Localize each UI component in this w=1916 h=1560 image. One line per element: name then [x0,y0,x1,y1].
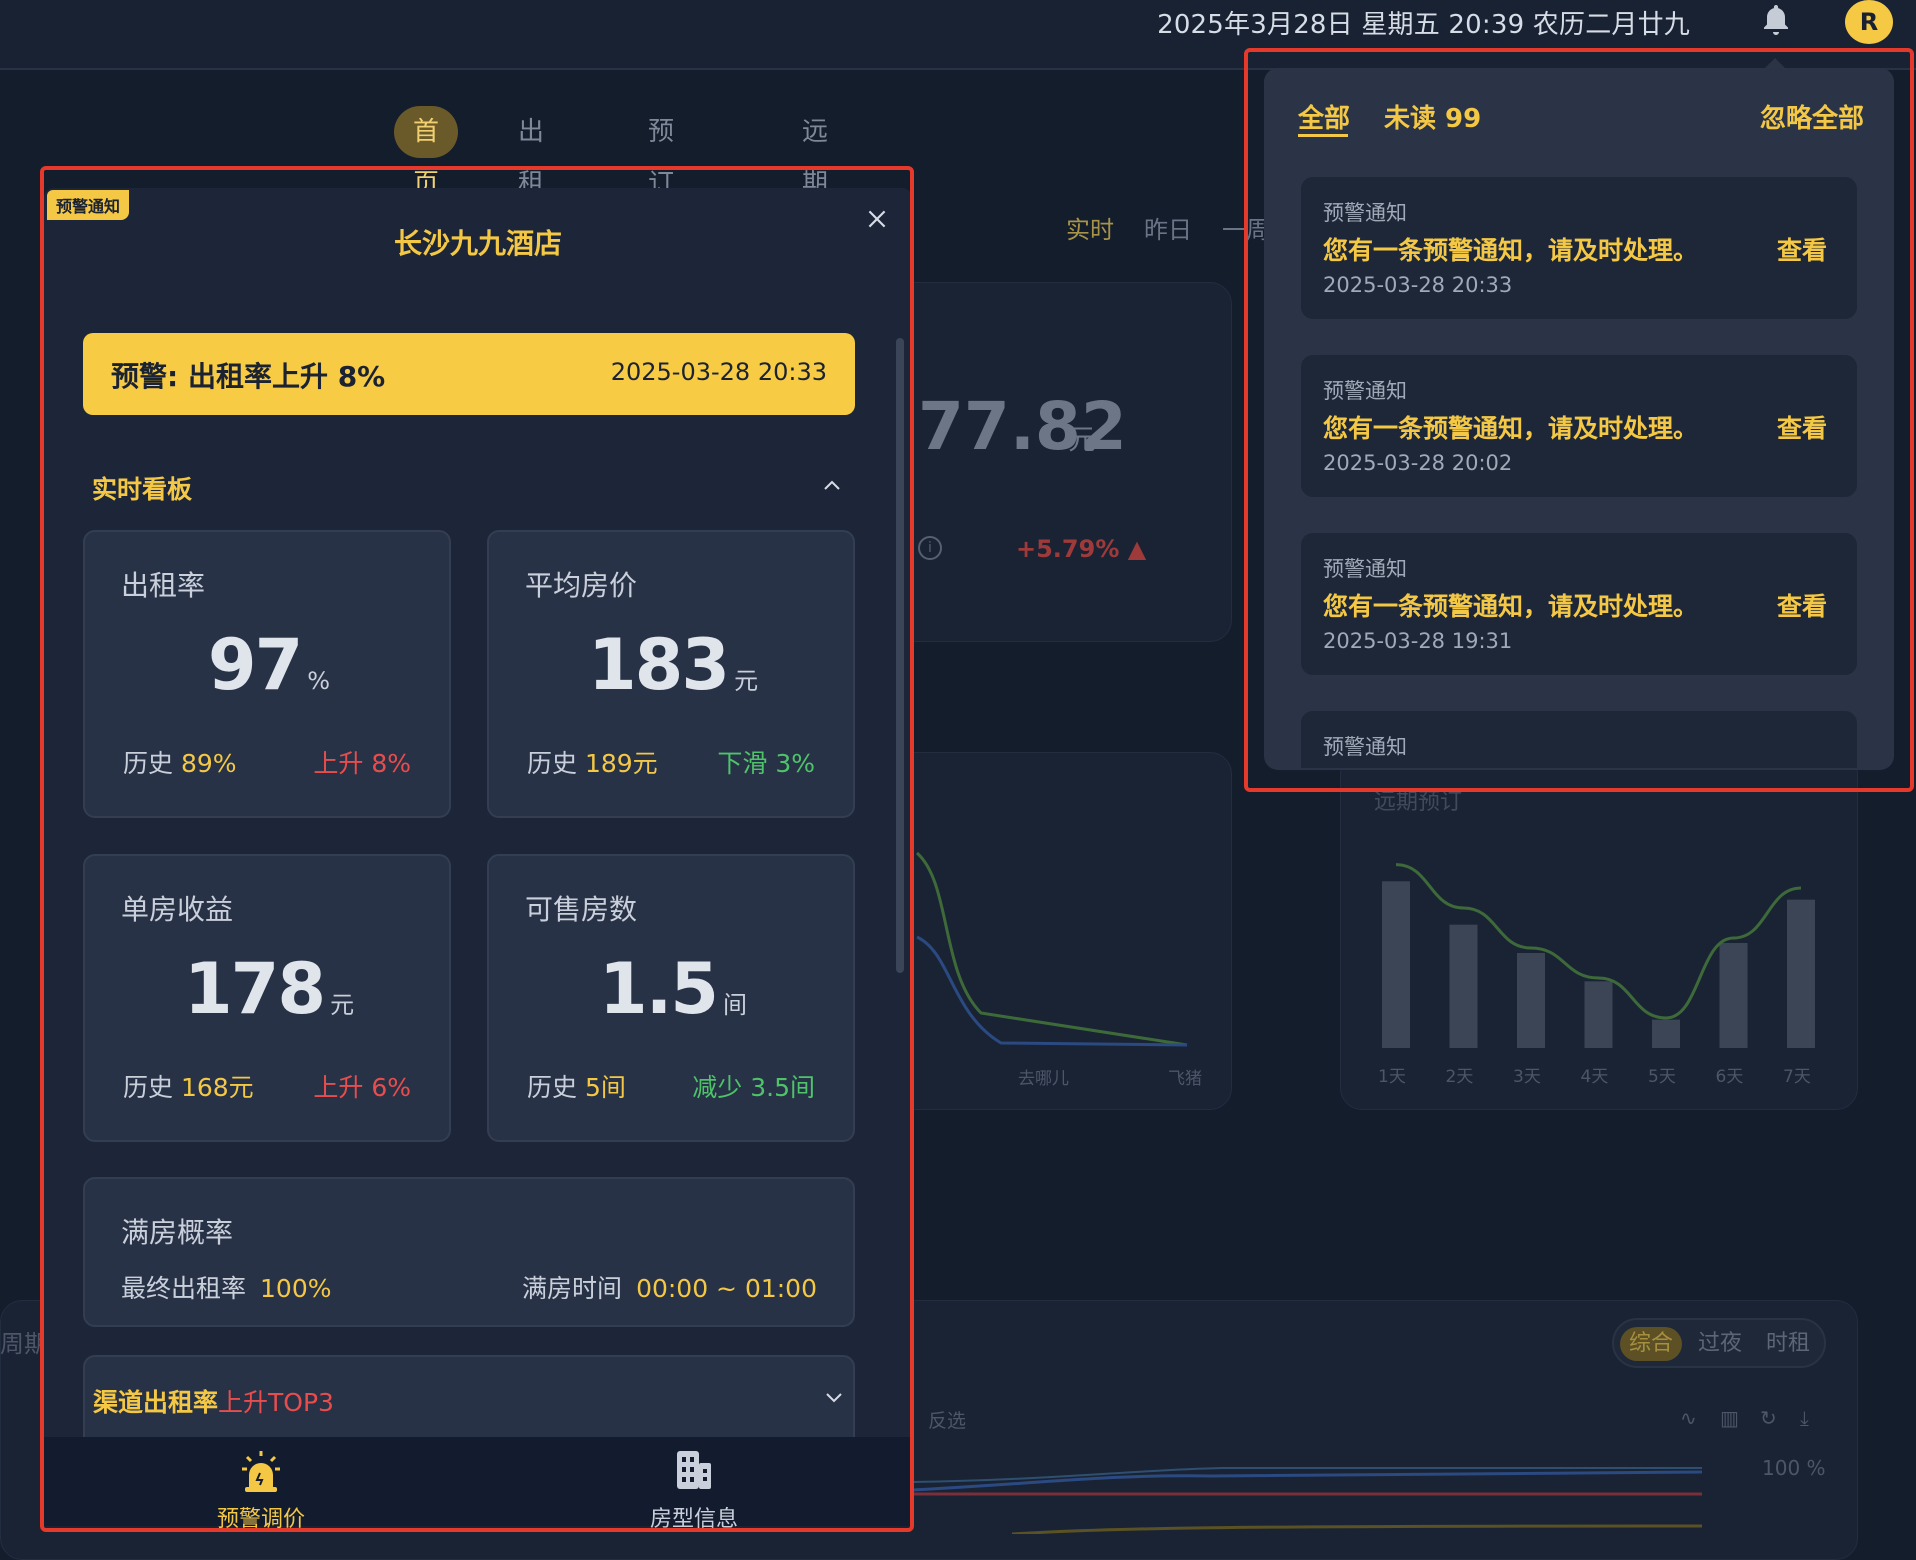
bar [1652,1019,1680,1048]
channel-line-chart-card [880,752,1232,1110]
download-icon[interactable]: ⤓ [1800,1406,1824,1430]
highlight-box-notifications [1244,48,1914,792]
refresh-icon[interactable]: ↻ [1760,1406,1784,1430]
trend-lines [912,1467,1702,1534]
tab-booking-pattern[interactable]: 预订规律 [648,106,674,303]
bar-label: 1天 [1378,1067,1406,1087]
bell-icon[interactable] [1758,2,1794,38]
segment-comprehensive[interactable]: 综合 [1620,1327,1683,1361]
bar-label: 3天 [1513,1067,1541,1087]
highlight-box-modal [40,166,914,1532]
bar [1719,943,1748,1048]
bar-label: 7天 [1783,1067,1811,1087]
rent-type-segment: 综合 过夜 时租 [1612,1318,1826,1368]
tab-occupancy[interactable]: 出租率 [518,106,544,251]
axis-label: 100 % [1762,1456,1826,1480]
tab-long-range-booking[interactable]: 远期预订 [802,106,828,303]
bar [1449,924,1478,1048]
datetime-display: 2025年3月28日 星期五 20:39 农历二月廿九 [1157,10,1690,40]
line-chart-icon[interactable]: ∿ [1680,1406,1704,1430]
bar [1517,953,1545,1048]
bar-label: 5天 [1648,1067,1676,1087]
bar-label: 4天 [1580,1067,1609,1087]
long-range-booking-chart [1382,863,1815,1048]
metric-change: +5.79% ▲ [1016,535,1147,563]
metric-unit: 元 [1068,423,1097,456]
bar-label: 2天 [1445,1067,1474,1087]
bar-label: 6天 [1715,1067,1744,1087]
invert-selection[interactable]: 反选 [928,1406,966,1433]
avatar[interactable]: R [1845,0,1893,44]
range-yesterday[interactable]: 昨日 [1144,216,1192,244]
segment-overnight[interactable]: 过夜 [1698,1327,1742,1361]
bar [1382,881,1410,1048]
bar [1787,899,1815,1048]
bar [1584,981,1613,1048]
segment-hourly[interactable]: 时租 [1766,1327,1810,1361]
chart-label: 飞猪 [1168,1069,1202,1089]
bar-chart-icon[interactable]: ▥ [1720,1406,1744,1430]
range-realtime[interactable]: 实时 [1066,216,1114,244]
info-icon[interactable]: i [918,536,942,560]
chart-label: 去哪儿 [1018,1069,1069,1089]
tab-home[interactable]: 首页 [394,106,459,199]
channel-line-chart [915,851,1188,1047]
